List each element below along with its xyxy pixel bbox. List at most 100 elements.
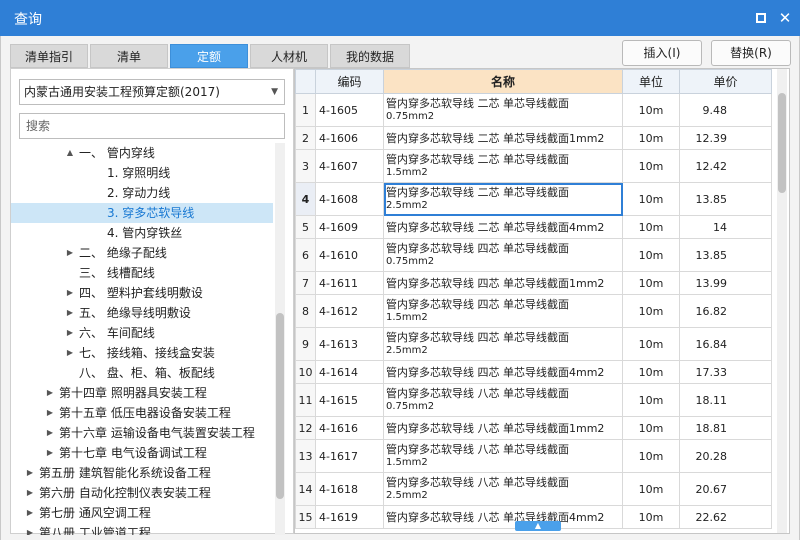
table-row[interactable]: 13 4-1617 管内穿多芯软导线 八芯 单芯导线截面 1.5mm2 10m 20.28	[295, 439, 772, 473]
collapsed-arrow-icon[interactable]: ▶	[65, 283, 75, 303]
code-header[interactable]: 编码	[315, 69, 384, 94]
name-cell[interactable]: 管内穿多芯软导线 四芯 单芯导线截面 1.5mm2	[383, 294, 623, 328]
collapsed-arrow-icon[interactable]: ▶	[45, 383, 55, 403]
code-cell[interactable]: 4-1605	[315, 93, 384, 127]
unit-cell[interactable]: 10m	[622, 271, 680, 295]
name-cell[interactable]: 管内穿多芯软导线 四芯 单芯导线截面4mm2	[383, 360, 623, 384]
table-row[interactable]: 6 4-1610 管内穿多芯软导线 四芯 单芯导线截面 0.75mm2 10m 13.85	[295, 238, 772, 272]
tree-scrollbar-thumb[interactable]	[276, 313, 284, 499]
name-cell[interactable]: 管内穿多芯软导线 八芯 单芯导线截面1mm2	[383, 416, 623, 440]
code-cell[interactable]: 4-1614	[315, 360, 384, 384]
tree-item[interactable]: ▲ 一、 管内穿线	[11, 143, 273, 163]
row-number[interactable]: 5	[295, 215, 316, 239]
tree-item[interactable]: ▶ 五、 绝缘导线明敷设	[11, 303, 273, 323]
table-row[interactable]: 5 4-1609 管内穿多芯软导线 二芯 单芯导线截面4mm2 10m 14	[295, 215, 772, 239]
price-cell[interactable]: 13.99	[679, 271, 772, 295]
code-cell[interactable]: 4-1612	[315, 294, 384, 328]
code-cell[interactable]: 4-1613	[315, 327, 384, 361]
code-cell[interactable]: 4-1611	[315, 271, 384, 295]
table-row[interactable]: 8 4-1612 管内穿多芯软导线 四芯 单芯导线截面 1.5mm2 10m 16.82	[295, 294, 772, 328]
name-cell[interactable]: 管内穿多芯软导线 二芯 单芯导线截面 1.5mm2	[383, 149, 623, 183]
collapsed-arrow-icon[interactable]: ▶	[65, 303, 75, 323]
tree-item[interactable]: 3. 穿多芯软导线	[11, 203, 273, 223]
price-cell[interactable]: 9.48	[679, 93, 772, 127]
unit-cell[interactable]: 10m	[622, 383, 680, 417]
price-cell[interactable]: 20.28	[679, 439, 772, 473]
tree-item[interactable]: ▶ 第五册 建筑智能化系统设备工程	[11, 463, 273, 483]
tree-item[interactable]: ▶ 二、 绝缘子配线	[11, 243, 273, 263]
collapsed-arrow-icon[interactable]: ▶	[25, 463, 35, 483]
expanded-arrow-icon[interactable]: ▲	[65, 143, 75, 163]
tree-item[interactable]: 2. 穿动力线	[11, 183, 273, 203]
name-cell[interactable]: 管内穿多芯软导线 四芯 单芯导线截面 0.75mm2	[383, 238, 623, 272]
row-number[interactable]: 7	[295, 271, 316, 295]
code-cell[interactable]: 4-1610	[315, 238, 384, 272]
maximize-icon[interactable]	[752, 9, 770, 27]
price-cell[interactable]: 20.67	[679, 472, 772, 506]
tree-item[interactable]: 三、 线槽配线	[11, 263, 273, 283]
table-row[interactable]: 3 4-1607 管内穿多芯软导线 二芯 单芯导线截面 1.5mm2 10m 12.42	[295, 149, 772, 183]
price-cell[interactable]: 16.82	[679, 294, 772, 328]
row-number[interactable]: 11	[295, 383, 316, 417]
table-row[interactable]: 14 4-1618 管内穿多芯软导线 八芯 单芯导线截面 2.5mm2 10m 20.67	[295, 472, 772, 506]
table-scrollbar-thumb[interactable]	[778, 93, 786, 193]
table-row[interactable]: 10 4-1614 管内穿多芯软导线 四芯 单芯导线截面4mm2 10m 17.33	[295, 360, 772, 384]
price-cell[interactable]: 16.84	[679, 327, 772, 361]
code-cell[interactable]: 4-1608	[315, 182, 384, 216]
name-cell[interactable]: 管内穿多芯软导线 四芯 单芯导线截面 2.5mm2	[383, 327, 623, 361]
tab-quota[interactable]: 定额	[170, 44, 248, 68]
price-cell[interactable]: 13.85	[679, 238, 772, 272]
row-number[interactable]: 12	[295, 416, 316, 440]
price-cell[interactable]: 13.85	[679, 182, 772, 216]
collapsed-arrow-icon[interactable]: ▶	[65, 343, 75, 363]
tab-bill[interactable]: 清单	[90, 44, 168, 68]
code-cell[interactable]: 4-1616	[315, 416, 384, 440]
name-header[interactable]: 名称	[383, 69, 623, 94]
table-scrollbar[interactable]	[777, 69, 787, 533]
code-cell[interactable]: 4-1609	[315, 215, 384, 239]
code-cell[interactable]: 4-1617	[315, 439, 384, 473]
price-cell[interactable]: 12.39	[679, 126, 772, 150]
unit-cell[interactable]: 10m	[622, 149, 680, 183]
tree-item[interactable]: ▶ 第六册 自动化控制仪表安装工程	[11, 483, 273, 503]
table-row[interactable]: 4 4-1608 管内穿多芯软导线 二芯 单芯导线截面 2.5mm2 10m 13.85	[295, 182, 772, 216]
name-cell[interactable]: 管内穿多芯软导线 八芯 单芯导线截面4mm2	[383, 505, 623, 529]
tree-item[interactable]: ▶ 第十五章 低压电器设备安装工程	[11, 403, 273, 423]
tree-item[interactable]: ▶ 六、 车间配线	[11, 323, 273, 343]
collapsed-arrow-icon[interactable]: ▶	[25, 523, 35, 535]
unit-cell[interactable]: 10m	[622, 416, 680, 440]
unit-cell[interactable]: 10m	[622, 182, 680, 216]
unit-cell[interactable]: 10m	[622, 327, 680, 361]
row-number[interactable]: 10	[295, 360, 316, 384]
name-cell[interactable]: 管内穿多芯软导线 八芯 单芯导线截面 0.75mm2	[383, 383, 623, 417]
table-row[interactable]: 7 4-1611 管内穿多芯软导线 四芯 单芯导线截面1mm2 10m 13.99	[295, 271, 772, 295]
library-select[interactable]: 内蒙古通用安装工程预算定额(2017) ▼	[19, 79, 285, 105]
price-cell[interactable]: 14	[679, 215, 772, 239]
row-number[interactable]: 14	[295, 472, 316, 506]
tree-item[interactable]: 4. 管内穿铁丝	[11, 223, 273, 243]
row-number[interactable]: 4	[295, 182, 316, 216]
price-cell[interactable]: 22.62	[679, 505, 772, 529]
name-cell[interactable]: 管内穿多芯软导线 二芯 单芯导线截面 0.75mm2	[383, 93, 623, 127]
row-number[interactable]: 8	[295, 294, 316, 328]
row-number[interactable]: 2	[295, 126, 316, 150]
unit-cell[interactable]: 10m	[622, 93, 680, 127]
row-number[interactable]: 13	[295, 439, 316, 473]
name-cell[interactable]: 管内穿多芯软导线 二芯 单芯导线截面1mm2	[383, 126, 623, 150]
table-row[interactable]: 11 4-1615 管内穿多芯软导线 八芯 单芯导线截面 0.75mm2 10m 18.1…	[295, 383, 772, 417]
tree-item[interactable]: ▶ 第十四章 照明器具安装工程	[11, 383, 273, 403]
tree-item[interactable]: 八、 盘、柜、箱、板配线	[11, 363, 273, 383]
unit-cell[interactable]: 10m	[622, 360, 680, 384]
table-row[interactable]: 9 4-1613 管内穿多芯软导线 四芯 单芯导线截面 2.5mm2 10m 16.84	[295, 327, 772, 361]
name-cell[interactable]: 管内穿多芯软导线 八芯 单芯导线截面 2.5mm2	[383, 472, 623, 506]
unit-header[interactable]: 单位	[622, 69, 680, 94]
collapsed-arrow-icon[interactable]: ▶	[65, 323, 75, 343]
row-number[interactable]: 3	[295, 149, 316, 183]
code-cell[interactable]: 4-1618	[315, 472, 384, 506]
collapsed-arrow-icon[interactable]: ▶	[45, 403, 55, 423]
unit-cell[interactable]: 10m	[622, 215, 680, 239]
collapsed-arrow-icon[interactable]: ▶	[65, 243, 75, 263]
code-cell[interactable]: 4-1606	[315, 126, 384, 150]
tree-item[interactable]: ▶ 第七册 通风空调工程	[11, 503, 273, 523]
unit-cell[interactable]: 10m	[622, 505, 680, 529]
